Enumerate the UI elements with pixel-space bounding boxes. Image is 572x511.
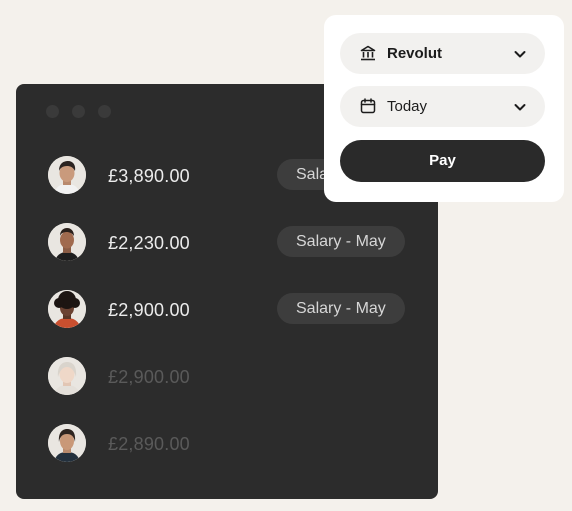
avatar bbox=[48, 290, 86, 328]
payment-row[interactable]: £2,900.00 Salary - May bbox=[16, 288, 438, 332]
payment-amount: £2,900.00 bbox=[108, 300, 190, 320]
payment-row[interactable]: £2,230.00 Salary - May bbox=[16, 221, 438, 265]
avatar bbox=[48, 156, 86, 194]
payment-popover: Revolut Today Pay bbox=[324, 15, 564, 202]
bank-icon bbox=[359, 44, 377, 62]
avatar bbox=[48, 357, 86, 395]
avatar bbox=[48, 424, 86, 462]
window-controls bbox=[46, 105, 111, 118]
date-select[interactable]: Today bbox=[340, 86, 545, 127]
payment-row[interactable]: £2,890.00 bbox=[16, 422, 438, 466]
window-close-dot[interactable] bbox=[46, 105, 59, 118]
payment-row[interactable]: £2,900.00 bbox=[16, 355, 438, 399]
avatar bbox=[48, 223, 86, 261]
payment-amount: £3,890.00 bbox=[108, 166, 190, 186]
payment-amount: £2,890.00 bbox=[108, 434, 190, 454]
chevron-down-icon bbox=[512, 46, 528, 62]
chevron-down-icon bbox=[512, 99, 528, 115]
calendar-icon bbox=[359, 97, 377, 115]
salary-badge: Salary - May bbox=[277, 293, 405, 324]
date-label: Today bbox=[387, 98, 428, 115]
window-minimize-dot[interactable] bbox=[72, 105, 85, 118]
salary-badge: Salary - May bbox=[277, 226, 405, 257]
account-select[interactable]: Revolut bbox=[340, 33, 545, 74]
account-label: Revolut bbox=[387, 45, 443, 62]
pay-button[interactable]: Pay bbox=[340, 140, 545, 182]
window-maximize-dot[interactable] bbox=[98, 105, 111, 118]
payment-amount: £2,900.00 bbox=[108, 367, 190, 387]
payment-amount: £2,230.00 bbox=[108, 233, 190, 253]
